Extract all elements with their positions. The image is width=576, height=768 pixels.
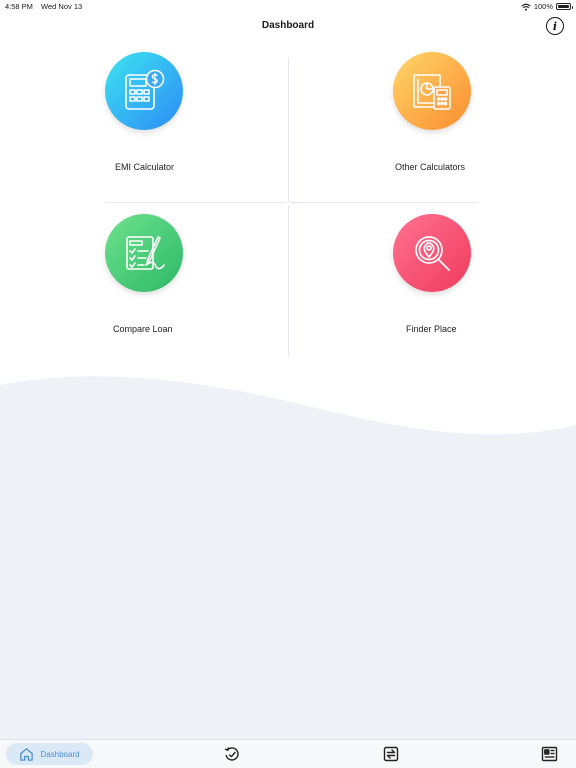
status-time: 4:58 PM [5, 2, 33, 11]
grid-divider-vertical-top [288, 58, 289, 202]
tile-finder-place[interactable]: Finder Place [380, 204, 560, 364]
tile-other-calculators[interactable]: Other Calculators [380, 40, 560, 200]
tile-compare-loan[interactable]: Compare Loan [100, 204, 280, 364]
tile-label: Compare Loan [113, 324, 173, 334]
dashboard-grid: EMI Calculator Other Calculators Compare… [0, 40, 576, 370]
grid-divider-vertical-bottom [288, 206, 289, 356]
clipboard-checklist-icon [105, 214, 183, 292]
grid-divider-horizontal-left [105, 202, 286, 203]
status-date: Wed Nov 13 [41, 2, 83, 11]
background-wave [0, 376, 576, 740]
history-icon [224, 747, 239, 761]
tile-label: EMI Calculator [115, 162, 175, 172]
exchange-icon [383, 746, 399, 762]
tab-news[interactable] [535, 740, 563, 768]
status-bar: 4:58 PM Wed Nov 13 100% [0, 0, 576, 12]
tile-label: Finder Place [406, 324, 457, 334]
calculator-chart-icon [393, 52, 471, 130]
tile-label: Other Calculators [395, 162, 466, 172]
grid-divider-horizontal-right [290, 202, 478, 203]
search-location-icon [393, 214, 471, 292]
status-left: 4:58 PM Wed Nov 13 [5, 2, 82, 11]
tile-emi-calculator[interactable]: EMI Calculator [100, 40, 280, 200]
nav-bar: Dashboard i [0, 12, 576, 40]
tab-dashboard-label: Dashboard [40, 749, 80, 759]
battery-icon [556, 3, 573, 10]
calculator-dollar-icon [105, 52, 183, 130]
tab-exchange[interactable] [377, 740, 405, 768]
battery-percent: 100% [533, 2, 553, 11]
tab-dashboard[interactable]: Dashboard [6, 743, 93, 765]
page-title: Dashboard [261, 20, 315, 31]
home-icon [20, 747, 34, 761]
news-icon [541, 746, 557, 762]
wifi-icon [521, 3, 531, 11]
status-right: 100% [521, 2, 573, 11]
tab-history[interactable] [218, 740, 246, 768]
info-icon[interactable]: i [546, 17, 564, 35]
info-glyph: i [552, 19, 558, 33]
tab-bar: Dashboard [0, 739, 576, 768]
